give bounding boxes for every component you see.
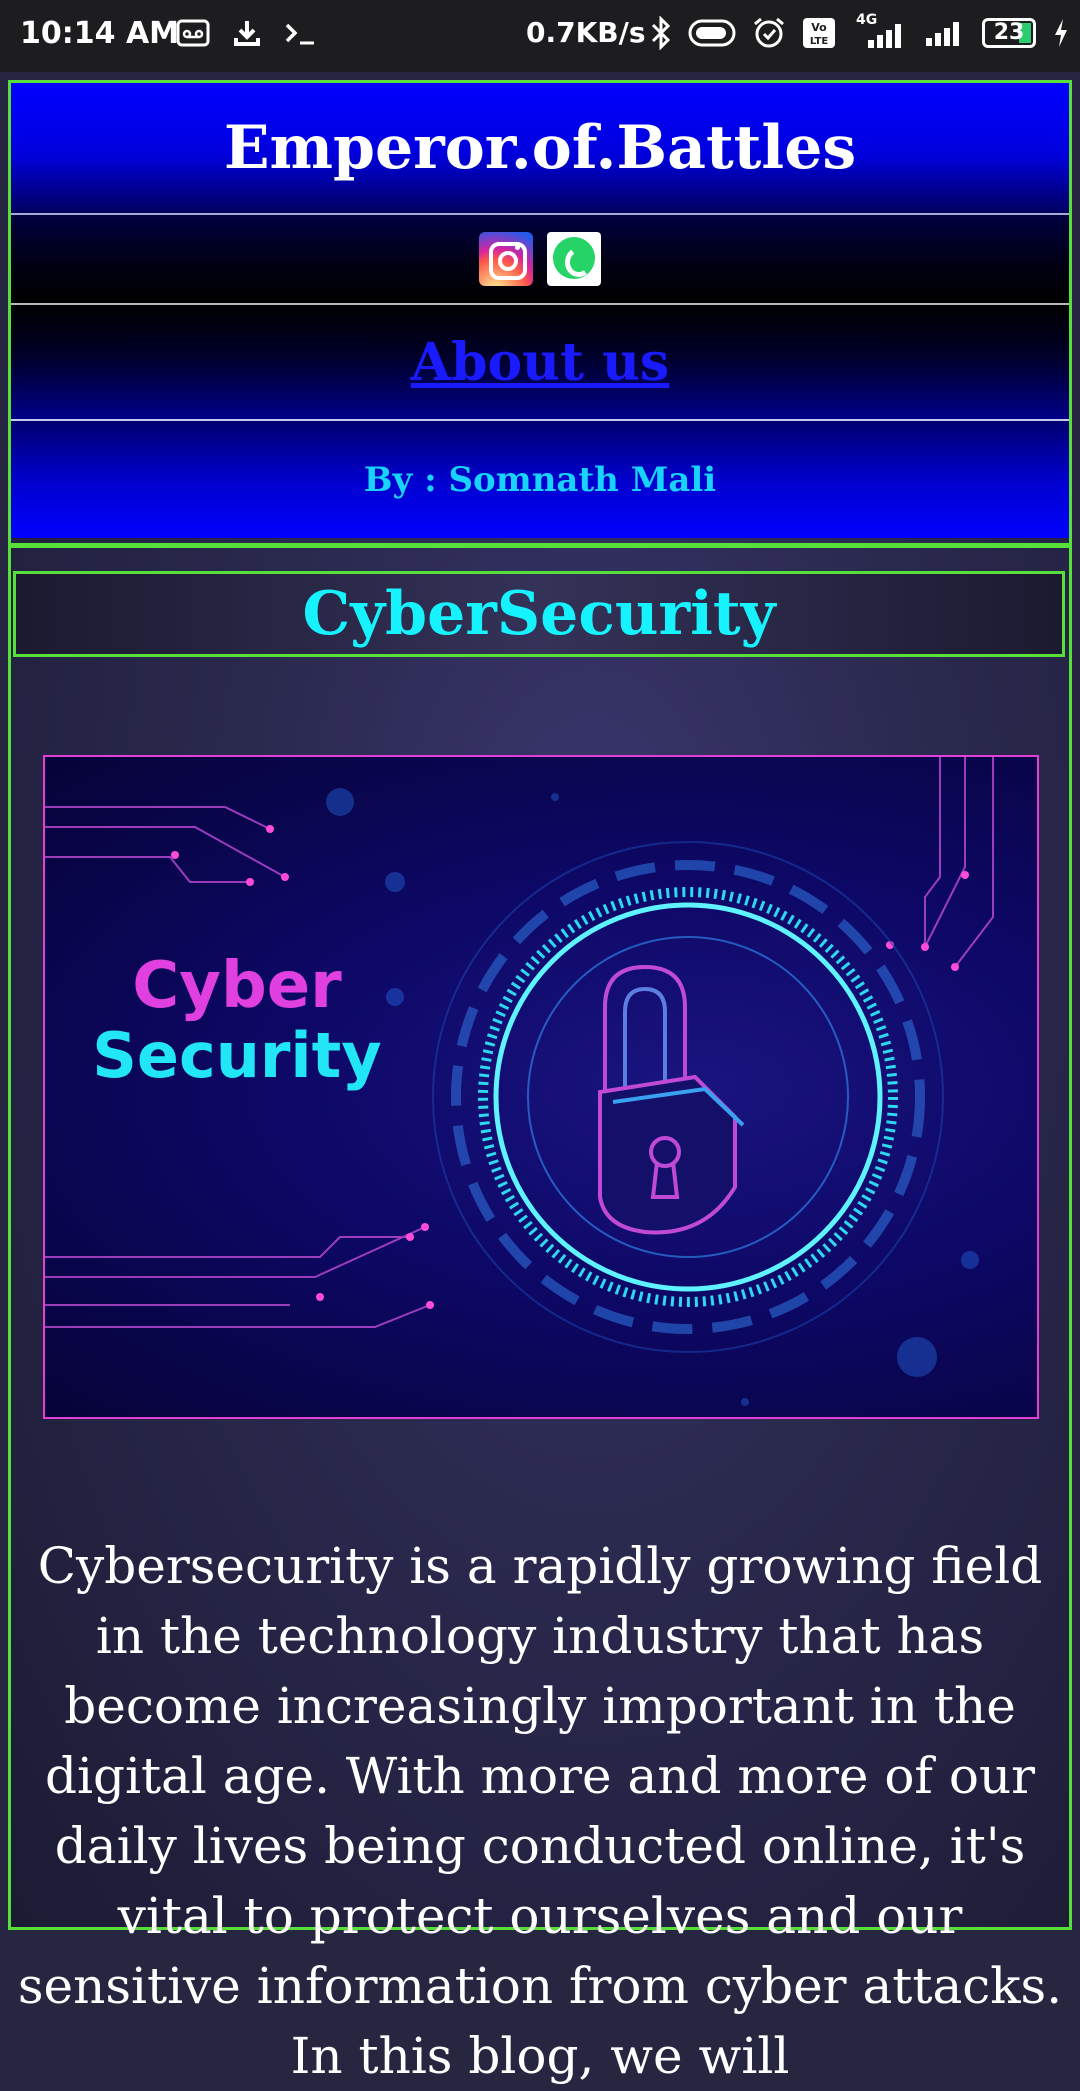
site-header: Emperor.of.Battles About us By : Somnath… (11, 83, 1069, 548)
padlock-icon (598, 964, 745, 1235)
social-links (11, 215, 1069, 305)
download-icon (234, 21, 260, 46)
svg-text:LTE: LTE (810, 36, 829, 47)
about-row: About us (11, 305, 1069, 421)
terminal-icon (285, 23, 314, 45)
hero-text-security: Security (92, 1019, 381, 1092)
voicemail-icon (176, 19, 210, 47)
status-bar: 10:14 AM 0.7KB/s Vo LTE 4G 23 (0, 0, 1080, 72)
bluetooth-icon (651, 16, 671, 50)
instagram-icon[interactable] (479, 232, 533, 286)
volte-icon: Vo LTE (803, 18, 835, 48)
hero-image: Cyber Security (43, 755, 1039, 1419)
alarm-icon (754, 17, 784, 48)
status-right-icons: Vo LTE 4G 23 (650, 12, 1070, 50)
whatsapp-icon[interactable] (547, 232, 601, 286)
charging-icon (1055, 19, 1067, 47)
signal-icon: 4G (852, 12, 908, 50)
battery-icon: 23 (982, 18, 1036, 48)
svg-text:Vo: Vo (811, 21, 827, 34)
hero-text-cyber: Cyber (132, 949, 342, 1023)
section-title: CyberSecurity (13, 571, 1065, 657)
article-body: Cybersecurity is a rapidly growing field… (17, 1537, 1063, 2085)
byline: By : Somnath Mali (11, 421, 1069, 538)
status-time: 10:14 AM (20, 16, 180, 51)
page-frame: Emperor.of.Battles About us By : Somnath… (8, 80, 1072, 2085)
status-left-icons (176, 18, 318, 48)
site-title: Emperor.of.Battles (11, 83, 1069, 215)
net-speed: 0.7KB/s (526, 16, 646, 49)
signal-icon (926, 22, 959, 46)
toggle-icon (688, 19, 736, 47)
about-us-link[interactable]: About us (411, 332, 669, 393)
